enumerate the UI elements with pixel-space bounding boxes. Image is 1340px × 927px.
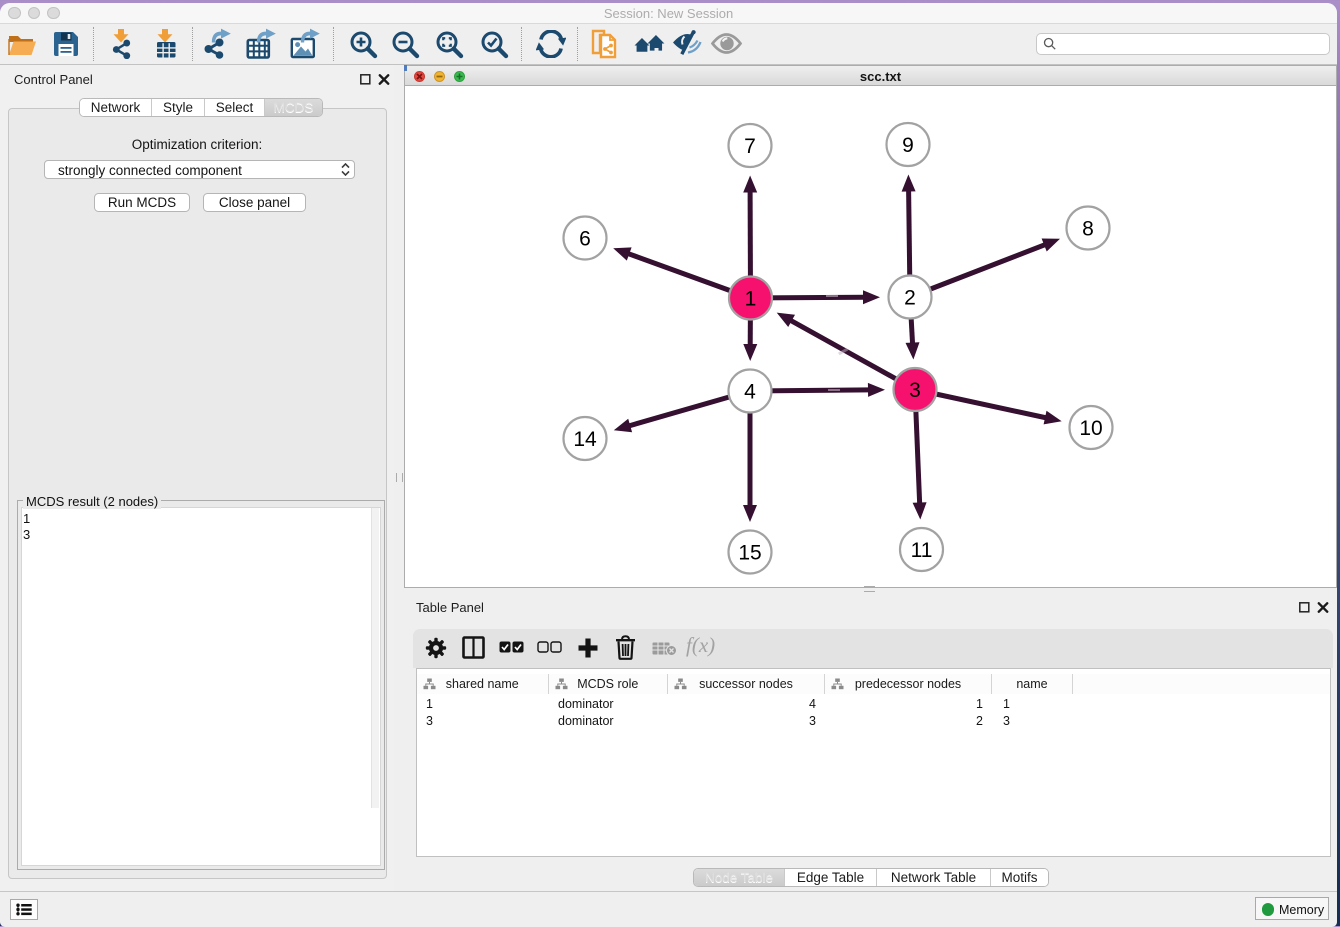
svg-text:8: 8 xyxy=(1082,217,1094,240)
svg-text:2: 2 xyxy=(904,286,916,309)
svg-text:15: 15 xyxy=(738,541,761,564)
svg-text:1: 1 xyxy=(745,287,757,310)
svg-text:4: 4 xyxy=(744,380,756,403)
svg-text:11: 11 xyxy=(911,539,933,562)
svg-text:3: 3 xyxy=(909,379,921,402)
svg-text:9: 9 xyxy=(902,134,914,157)
svg-text:7: 7 xyxy=(744,135,756,158)
svg-text:14: 14 xyxy=(573,428,597,451)
svg-text:10: 10 xyxy=(1079,417,1102,440)
svg-text:6: 6 xyxy=(579,227,591,250)
